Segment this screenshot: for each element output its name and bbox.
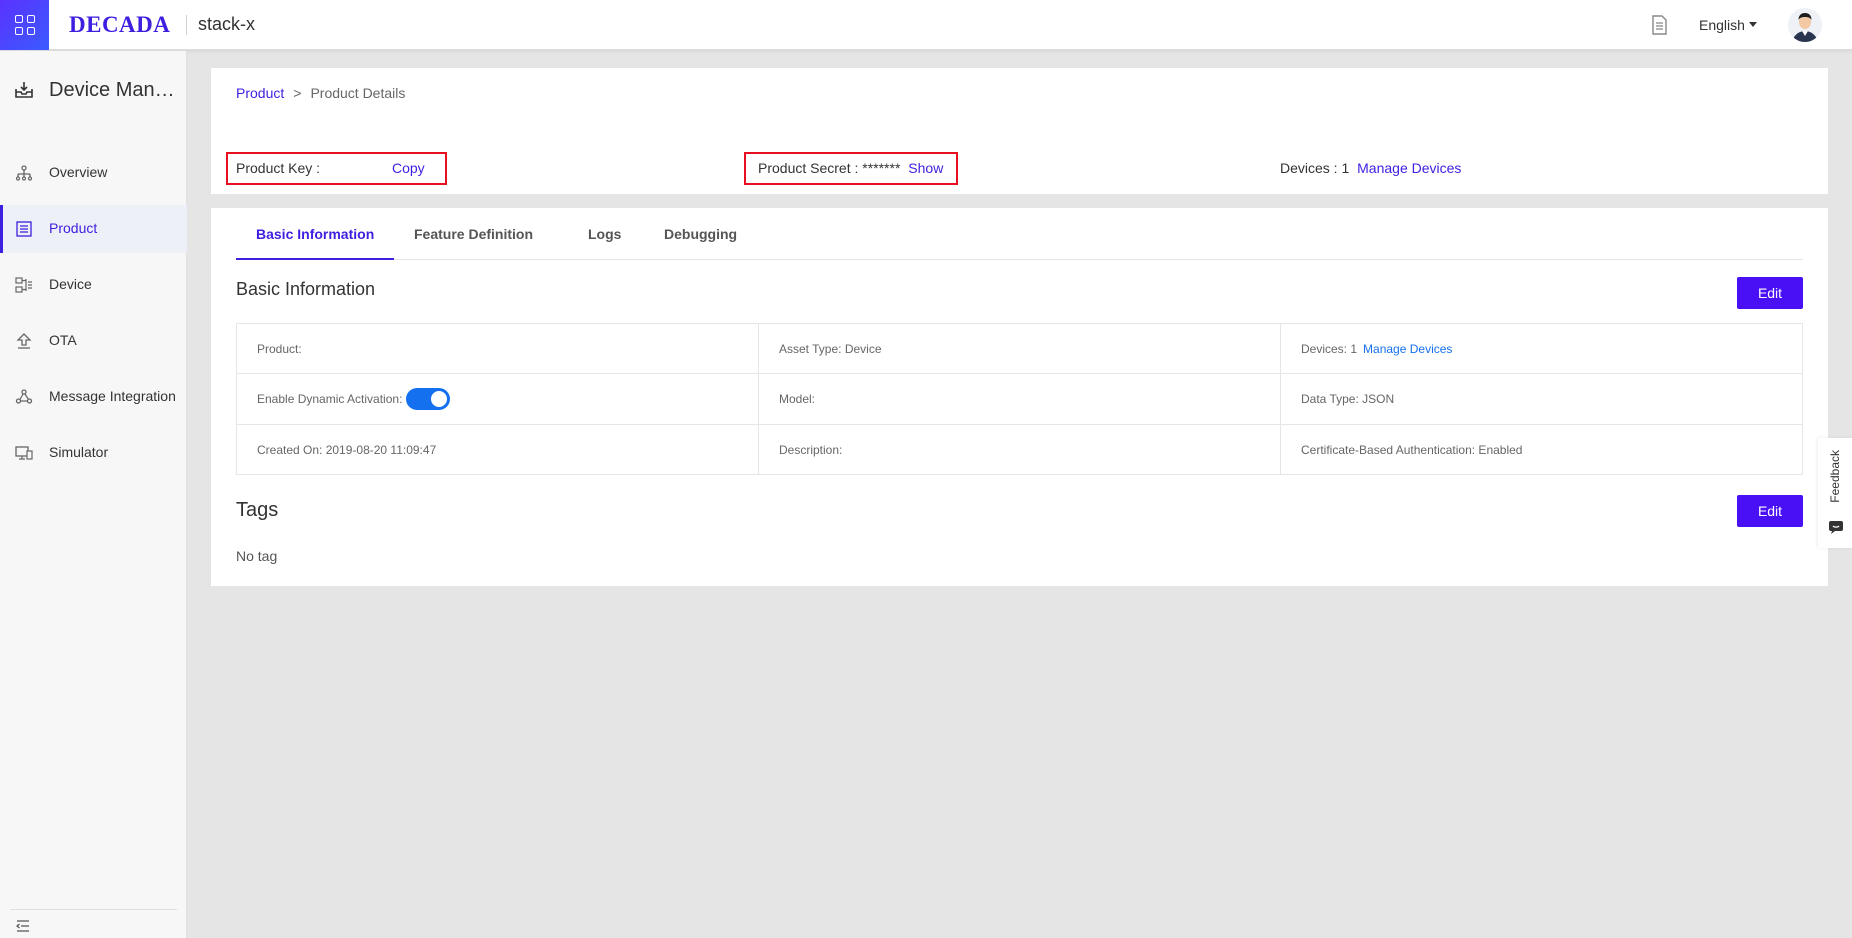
active-tab-indicator [236, 258, 394, 260]
manage-devices-link[interactable]: Manage Devices [1363, 342, 1452, 356]
product-key-field: Product Key : [236, 160, 320, 176]
product-secret-field: Product Secret : ******* Show [758, 160, 943, 176]
show-secret-link[interactable]: Show [908, 160, 943, 176]
sidebar-footer [10, 909, 177, 937]
sidebar-title: Device Management [0, 73, 187, 107]
product-cell: Product: [237, 324, 758, 373]
no-tag-text: No tag [236, 548, 278, 564]
devices-count-label: Devices : 1 [1280, 160, 1350, 176]
sidebar-item-label: OTA [49, 332, 77, 348]
dynamic-activation-toggle[interactable] [406, 388, 451, 410]
edit-tags-button[interactable]: Edit [1737, 495, 1803, 527]
sidebar-title-label: Device Management [49, 79, 177, 101]
decada-logo[interactable]: DECADA [69, 12, 170, 38]
tab-debugging[interactable]: Debugging [664, 226, 737, 242]
description-value: Description: [779, 442, 843, 457]
model-cell: Model: [759, 374, 1280, 424]
cert-auth-value: Certificate-Based Authentication: Enable… [1301, 442, 1523, 457]
product-list-icon [16, 221, 32, 237]
breadcrumb: Product > Product Details [236, 85, 405, 101]
breadcrumb-current: Product Details [310, 85, 406, 101]
copy-link[interactable]: Copy [392, 160, 425, 176]
logo-divider [186, 15, 187, 35]
collapse-menu-icon[interactable] [16, 920, 30, 932]
language-label: English [1699, 17, 1745, 33]
inbox-icon [15, 82, 33, 98]
sidebar-item-overview[interactable]: Overview [0, 149, 187, 197]
product-details-card: Basic Information Feature Definition Log… [211, 208, 1828, 586]
asset-type-value: Asset Type: Device [779, 341, 882, 356]
devices-cell: Devices: 1 Manage Devices [1281, 324, 1802, 373]
manage-devices-link[interactable]: Manage Devices [1357, 160, 1461, 176]
upload-icon [16, 333, 32, 349]
tab-logs[interactable]: Logs [588, 226, 621, 242]
avatar-icon [1788, 8, 1822, 42]
created-on-cell: Created On: 2019-08-20 11:09:47 [237, 425, 758, 474]
top-bar: DECADA stack-x English [0, 0, 1852, 50]
sidebar-item-ota[interactable]: OTA [0, 317, 187, 365]
integration-icon [15, 389, 33, 404]
tags-title: Tags [236, 499, 279, 521]
sidebar-item-label: Overview [49, 164, 108, 180]
hierarchy-icon [15, 165, 33, 181]
data-type-value: Data Type: JSON [1301, 392, 1395, 406]
tab-bar: Basic Information Feature Definition Log… [236, 208, 1803, 260]
sidebar: Device Management Overview Product Devic… [0, 51, 187, 938]
dynamic-activation-label: Enable Dynamic Activation: [257, 392, 403, 406]
breadcrumb-separator: > [293, 85, 302, 101]
model-value: Model: [779, 392, 816, 406]
workspace-name: stack-x [198, 14, 256, 34]
description-cell: Description: [759, 425, 1280, 474]
created-on-value: Created On: 2019-08-20 11:09:47 [257, 442, 437, 457]
basic-info-table: Product: Asset Type: Device Devices: 1 M… [236, 323, 1803, 475]
sidebar-item-message-integration[interactable]: Message Integration [0, 373, 187, 421]
feedback-tab[interactable]: Feedback [1818, 438, 1852, 548]
product-key-label: Product Key : [236, 160, 321, 176]
devices-count-field: Devices : 1 Manage Devices [1280, 160, 1461, 176]
feedback-chat-icon [1829, 521, 1843, 534]
data-type-cell: Data Type: JSON [1281, 374, 1802, 424]
document-icon[interactable] [1650, 15, 1668, 35]
tab-feature-definition[interactable]: Feature Definition [414, 226, 533, 242]
language-selector[interactable]: English [1699, 17, 1757, 33]
basic-information-title: Basic Information [236, 279, 376, 299]
devices-value: Devices: 1 [1301, 341, 1358, 356]
product-value: Product: [257, 341, 302, 356]
dynamic-activation-cell: Enable Dynamic Activation: [237, 374, 758, 424]
cert-auth-cell: Certificate-Based Authentication: Enable… [1281, 425, 1802, 474]
asset-type-cell: Asset Type: Device [759, 324, 1280, 373]
caret-down-icon [1748, 21, 1757, 27]
simulator-icon [15, 446, 33, 460]
sidebar-item-simulator[interactable]: Simulator [0, 429, 187, 477]
tab-basic-information[interactable]: Basic Information [256, 226, 374, 242]
apps-menu-button[interactable] [0, 0, 49, 50]
apps-grid-icon [14, 15, 35, 35]
user-avatar[interactable] [1788, 8, 1822, 42]
copy-product-key[interactable]: Copy [392, 160, 425, 176]
product-header-card: Product > Product Details Product Key : Co… [211, 68, 1828, 194]
feedback-label: Feedback [1828, 450, 1842, 503]
sidebar-item-label: Simulator [49, 444, 109, 460]
sidebar-item-device[interactable]: Device [0, 261, 187, 309]
sidebar-item-label: Product [49, 220, 98, 236]
device-icon [15, 277, 32, 293]
sidebar-item-product[interactable]: Product [0, 205, 187, 253]
breadcrumb-product-link[interactable]: Product [236, 85, 284, 101]
product-secret-label: Product Secret : ******* [758, 160, 901, 176]
sidebar-item-label: Device [49, 276, 92, 292]
edit-basic-info-button[interactable]: Edit [1737, 277, 1803, 309]
sidebar-item-label: Message Integration [49, 388, 176, 404]
